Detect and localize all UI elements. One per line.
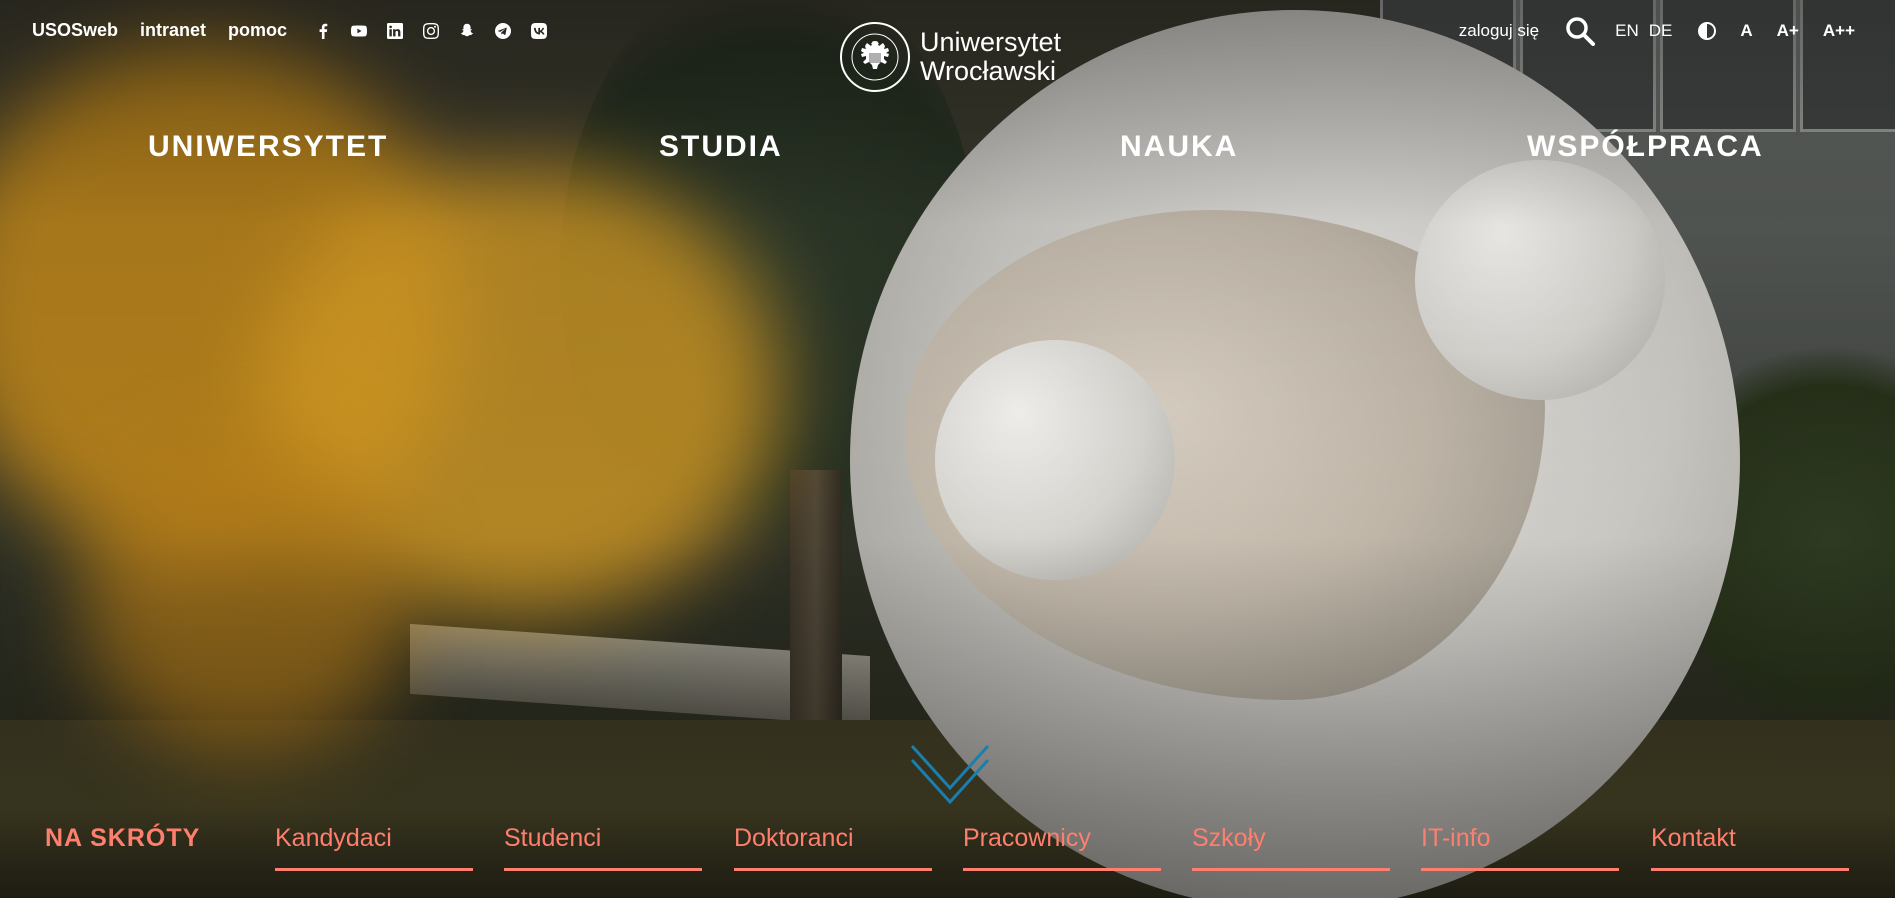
shortcut-label: IT-info xyxy=(1421,824,1491,852)
nav-item-nauka[interactable]: NAUKA xyxy=(1120,130,1238,164)
top-tools: zaloguj się EN DE A A+ A++ xyxy=(1459,14,1855,48)
nav-item-uniwersytet[interactable]: UNIWERSYTET xyxy=(148,130,388,164)
shortcut-label: Szkoły xyxy=(1192,824,1266,852)
font-size-largest-button[interactable]: A++ xyxy=(1823,21,1855,41)
nav-item-studia[interactable]: STUDIA xyxy=(659,130,783,164)
login-link[interactable]: zaloguj się xyxy=(1459,21,1539,41)
shortcut-szkoly[interactable]: Szkoły xyxy=(1192,820,1390,871)
shortcut-doktoranci[interactable]: Doktoranci xyxy=(734,820,932,871)
intranet-link[interactable]: intranet xyxy=(140,20,206,41)
scroll-down-chevron-icon[interactable] xyxy=(910,740,990,810)
lang-de-link[interactable]: DE xyxy=(1649,21,1673,41)
shortcut-label: Studenci xyxy=(504,824,602,852)
university-logo[interactable]: Uniwersytet Wrocławski xyxy=(840,22,1061,92)
help-link[interactable]: pomoc xyxy=(228,20,287,41)
facebook-icon[interactable] xyxy=(315,23,331,39)
top-links: USOSweb intranet pomoc xyxy=(32,20,548,41)
usosweb-link[interactable]: USOSweb xyxy=(32,20,118,41)
shortcut-label: Doktoranci xyxy=(734,824,854,852)
snapchat-icon[interactable] xyxy=(459,23,475,39)
shortcut-studenci[interactable]: Studenci xyxy=(504,820,702,871)
shortcut-pracownicy[interactable]: Pracownicy xyxy=(963,820,1161,871)
lang-en-link[interactable]: EN xyxy=(1615,21,1639,41)
shortcut-kontakt[interactable]: Kontakt xyxy=(1651,820,1849,871)
shortcut-label: Kontakt xyxy=(1651,824,1736,852)
university-name: Uniwersytet Wrocławski xyxy=(920,28,1061,86)
telegram-icon[interactable] xyxy=(495,22,512,39)
instagram-icon[interactable] xyxy=(423,22,440,39)
contrast-toggle-icon[interactable] xyxy=(1698,22,1717,40)
shortcut-kandydaci[interactable]: Kandydaci xyxy=(275,820,473,871)
youtube-icon[interactable] xyxy=(351,23,368,39)
university-name-line1: Uniwersytet xyxy=(920,27,1062,57)
shortcut-label: Kandydaci xyxy=(275,824,392,852)
search-icon[interactable] xyxy=(1563,14,1597,48)
font-size-default-button[interactable]: A xyxy=(1740,21,1752,41)
shortcuts-title: NA SKRÓTY xyxy=(45,824,201,852)
social-links xyxy=(315,22,548,39)
shortcut-label: Pracownicy xyxy=(963,824,1091,852)
nav-item-wspolpraca[interactable]: WSPÓŁPRACA xyxy=(1527,130,1764,164)
vk-icon[interactable] xyxy=(531,22,548,39)
font-size-larger-button[interactable]: A+ xyxy=(1777,21,1799,41)
linkedin-icon[interactable] xyxy=(387,22,404,39)
shortcuts-bar: NA SKRÓTY Kandydaci Studenci Doktoranci … xyxy=(0,820,1895,878)
university-name-line2: Wrocławski xyxy=(920,56,1057,86)
shortcut-it-info[interactable]: IT-info xyxy=(1421,820,1619,871)
eagle-emblem-icon xyxy=(840,22,910,92)
